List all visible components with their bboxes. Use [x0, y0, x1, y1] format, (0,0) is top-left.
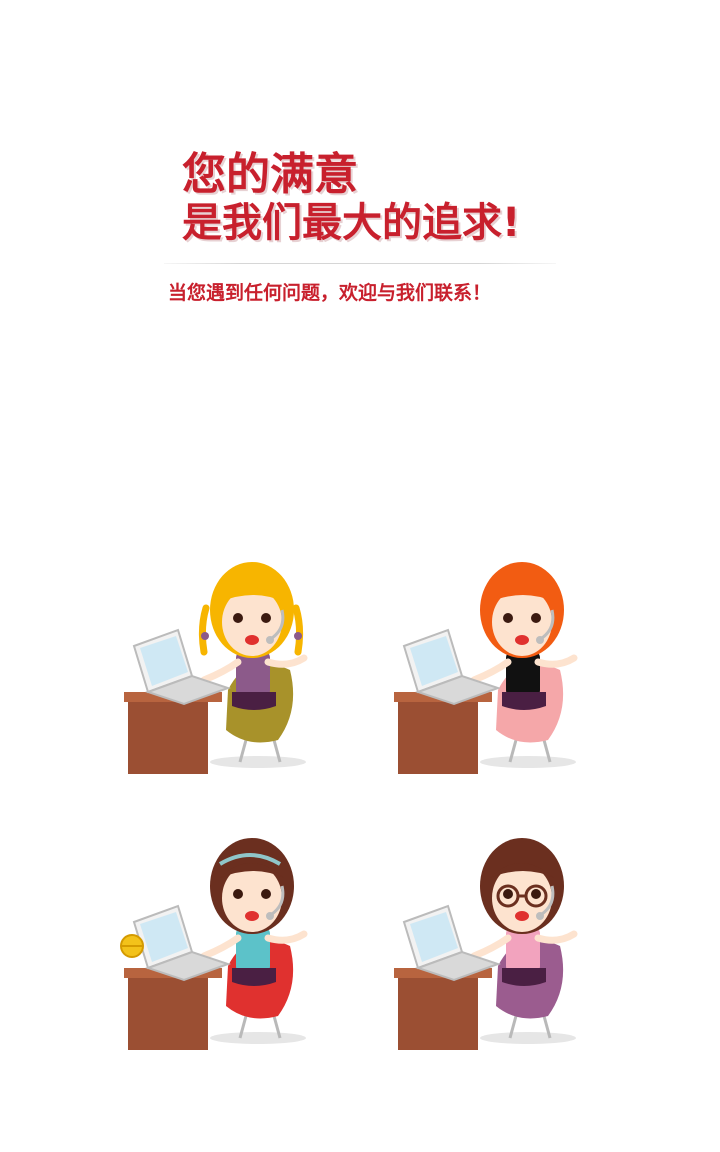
support-agent-headband-icon: [118, 826, 318, 1056]
support-agent-glasses-icon: [388, 826, 588, 1056]
contact-subline: 当您遇到任何问题，欢迎与我们联系！: [168, 282, 492, 304]
headline: 您的满意 是我们最大的追求!: [182, 149, 582, 247]
headline-line-1: 您的满意: [182, 149, 358, 200]
support-agent-blonde-braids-icon: [118, 550, 318, 780]
divider: [164, 263, 556, 264]
support-agent-orange-hair-icon: [388, 550, 588, 780]
headline-line-2: 是我们最大的追求!: [182, 200, 521, 246]
